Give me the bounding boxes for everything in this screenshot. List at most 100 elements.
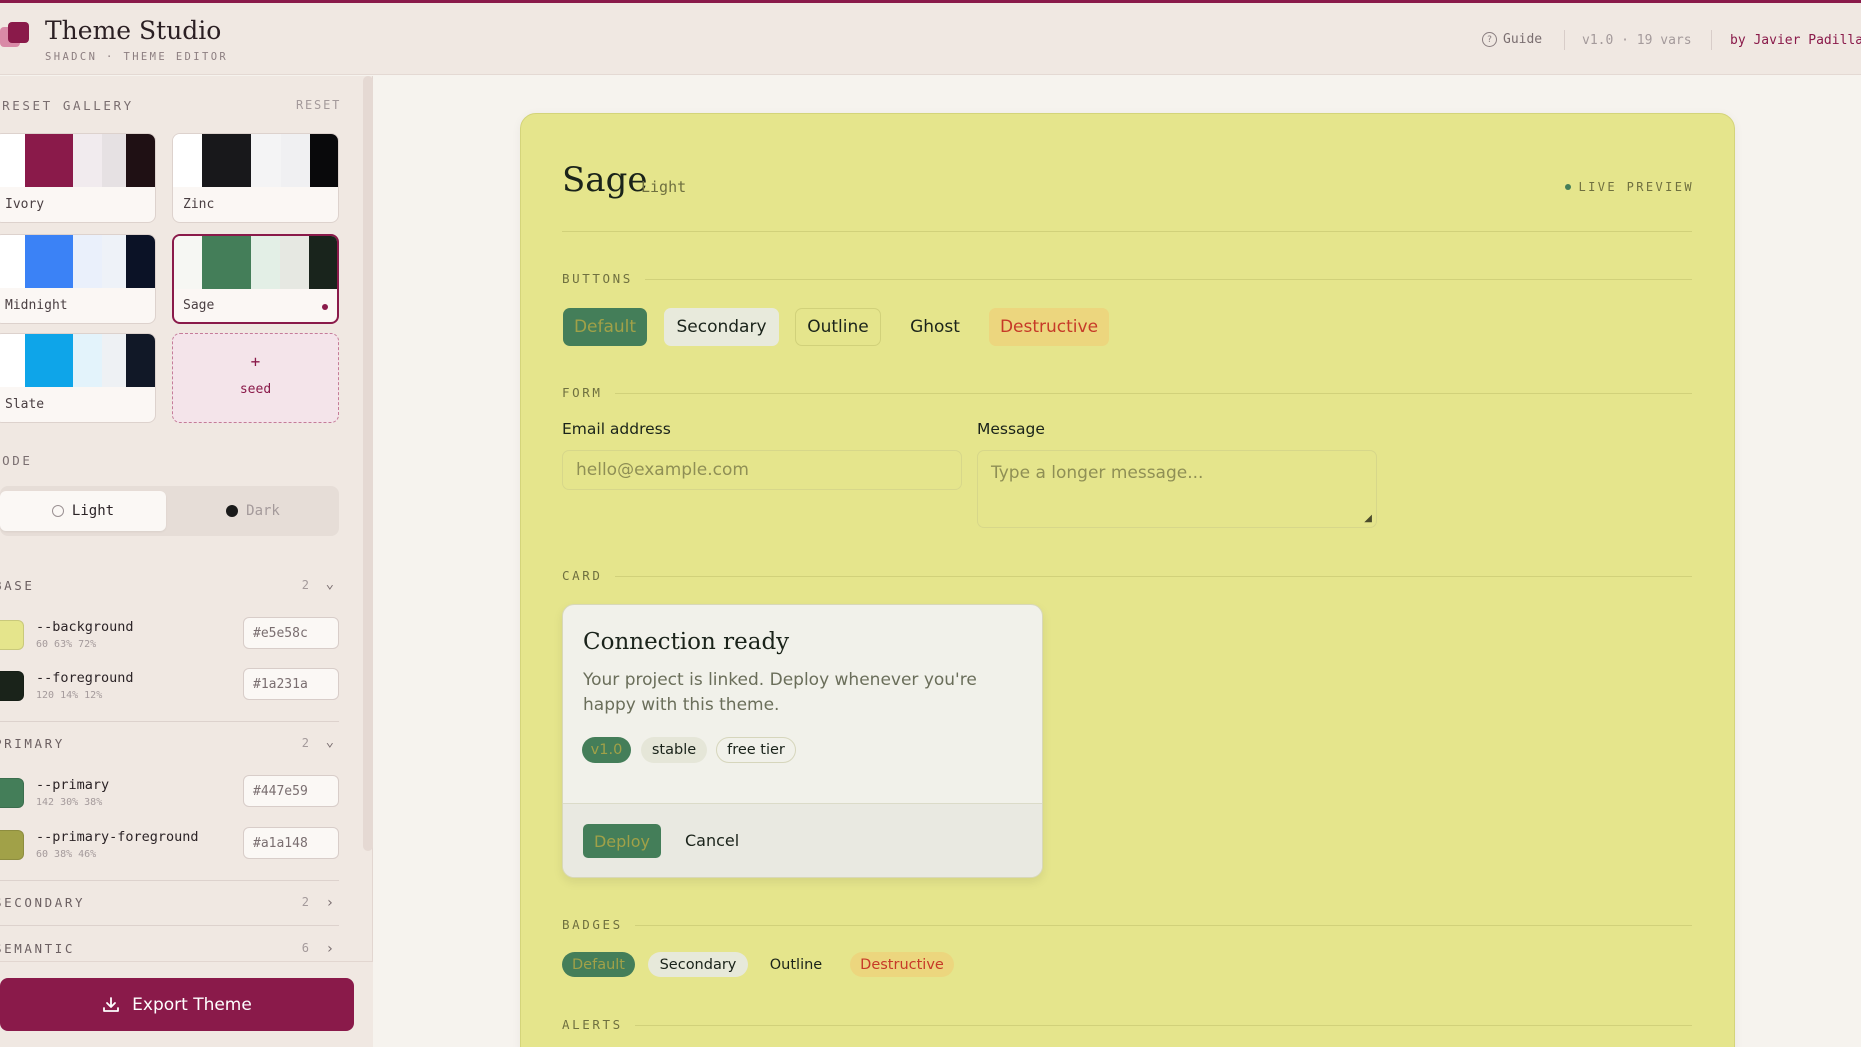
section-label-buttons: BUTTONS [562, 271, 645, 286]
section-label-form: FORM [562, 385, 615, 400]
color-swatch[interactable] [0, 671, 24, 701]
section-rule [562, 279, 1692, 280]
guide-link[interactable]: ? Guide [1482, 32, 1542, 47]
badge-outline: Outline [769, 956, 823, 973]
preset-card-sage[interactable]: Sage [172, 234, 339, 324]
demo-button-secondary[interactable]: Secondary [664, 308, 779, 346]
app-header: Theme Studio SHADCN · THEME EDITOR ? Gui… [0, 3, 1861, 75]
var-name: --primary-foreground [36, 829, 199, 845]
preset-name: Ivory [5, 197, 45, 212]
email-input[interactable]: hello@example.com [562, 450, 962, 490]
var-name: --primary [36, 777, 110, 793]
var-name: --foreground [36, 670, 134, 686]
guide-label: Guide [1503, 32, 1543, 47]
hex-input[interactable]: #e5e58c [243, 617, 339, 649]
preset-name: Zinc [183, 197, 215, 212]
card-pill-stable: stable [641, 737, 707, 763]
chevron-down-icon: ⌄ [325, 734, 334, 750]
demo-button-destructive[interactable]: Destructive [989, 308, 1109, 346]
preset-card-ivory[interactable]: Ivory [0, 133, 156, 223]
preset-card-midnight[interactable]: Midnight [0, 234, 156, 324]
section-rule [562, 393, 1692, 394]
card-cancel-button[interactable]: Cancel [685, 831, 739, 850]
author-link[interactable]: by Javier Padilla [1730, 33, 1861, 48]
card-pill-version: v1.0 [582, 737, 631, 763]
group-count: 2 [301, 736, 309, 750]
hex-input[interactable]: #a1a148 [243, 827, 339, 859]
section-rule [562, 925, 1692, 926]
preset-name: Sage [183, 298, 215, 313]
mode-light-option[interactable]: Light [0, 491, 166, 531]
group-header-primary[interactable]: PRIMARY 2 ⌄ [0, 734, 339, 756]
theme-name: Sage [562, 160, 648, 200]
group-header-secondary[interactable]: SECONDARY 2 › [0, 895, 339, 915]
radio-filled-icon [226, 505, 239, 517]
color-swatch[interactable] [0, 830, 24, 860]
export-label: Export Theme [132, 994, 252, 1015]
preset-card-zinc[interactable]: Zinc [172, 133, 339, 223]
group-label: SECONDARY [0, 895, 86, 910]
sidebar: PRESET GALLERY RESET Ivory Zinc Midnight… [0, 76, 373, 1047]
var-hsl: 60 38% 46% [36, 849, 97, 860]
var-hsl: 60 63% 72% [36, 639, 97, 650]
group-count: 2 [301, 578, 309, 592]
mode-light-label: Light [71, 503, 115, 519]
message-label: Message [977, 420, 1045, 438]
mode-dark-label: Dark [246, 503, 280, 519]
reset-button[interactable]: RESET [296, 98, 341, 112]
preset-name: Slate [5, 397, 45, 412]
badge-destructive: Destructive [850, 952, 954, 977]
message-placeholder: Type a longer message... [991, 463, 1204, 483]
card-deploy-button[interactable]: Deploy [583, 824, 661, 858]
export-theme-button[interactable]: Export Theme [0, 978, 354, 1031]
live-dot-icon [1564, 184, 1571, 190]
chevron-down-icon: ⌄ [325, 576, 334, 592]
badge-default: Default [562, 952, 635, 977]
hex-input[interactable]: #1a231a [243, 668, 339, 700]
download-icon [103, 996, 120, 1012]
section-rule [562, 576, 1692, 577]
demo-button-outline[interactable]: Outline [795, 308, 881, 346]
message-textarea[interactable]: Type a longer message... ◢ [977, 450, 1377, 528]
card-title: Connection ready [583, 629, 790, 655]
group-header-base[interactable]: BASE 2 ⌄ [0, 576, 339, 598]
email-label: Email address [562, 420, 671, 438]
var-hsl: 120 14% 12% [36, 690, 103, 701]
plus-icon: + [250, 352, 261, 371]
app-subtitle: SHADCN · THEME EDITOR [45, 51, 229, 63]
preset-name: Midnight [5, 298, 68, 313]
radio-unchecked-icon [51, 505, 64, 517]
mode-toggle: Light Dark [0, 486, 339, 536]
var-row-background: --background 60 63% 72% #e5e58c [0, 617, 339, 653]
preset-gallery-label: PRESET GALLERY [0, 98, 134, 113]
card-pill-free-tier: free tier [716, 737, 796, 763]
group-label: PRIMARY [0, 736, 65, 751]
group-header-semantic[interactable]: SEMANTIC 6 › [0, 941, 339, 961]
header-divider [562, 231, 1692, 232]
var-row-foreground: --foreground 120 14% 12% #1a231a [0, 668, 339, 704]
demo-button-default[interactable]: Default [563, 308, 647, 346]
var-hsl: 142 30% 38% [36, 797, 103, 808]
demo-card: Connection ready Your project is linked.… [562, 604, 1043, 878]
live-preview-indicator: LIVE PREVIEW [1564, 180, 1695, 194]
seed-preset-button[interactable]: + seed [172, 333, 339, 423]
var-row-primary: --primary 142 30% 38% #447e59 [0, 775, 339, 811]
color-swatch[interactable] [0, 778, 24, 808]
sidebar-scrollbar[interactable] [363, 76, 373, 851]
preset-card-slate[interactable]: Slate [0, 333, 156, 423]
mode-dark-option[interactable]: Dark [170, 491, 336, 531]
group-divider [0, 880, 339, 881]
hex-input[interactable]: #447e59 [243, 775, 339, 807]
color-swatch[interactable] [0, 620, 24, 650]
app-logo-icon [0, 22, 32, 54]
help-circle-icon: ? [1482, 32, 1497, 47]
demo-button-ghost[interactable]: Ghost [901, 308, 969, 346]
version-info: v1.0 · 19 vars [1582, 33, 1692, 48]
resize-handle-icon[interactable]: ◢ [1364, 513, 1372, 524]
var-row-primary-foreground: --primary-foreground 60 38% 46% #a1a148 [0, 827, 339, 863]
seed-label: seed [239, 382, 272, 397]
group-count: 6 [301, 941, 309, 955]
group-label: BASE [0, 578, 35, 593]
chevron-right-icon: › [325, 941, 334, 957]
header-divider [1564, 30, 1565, 50]
